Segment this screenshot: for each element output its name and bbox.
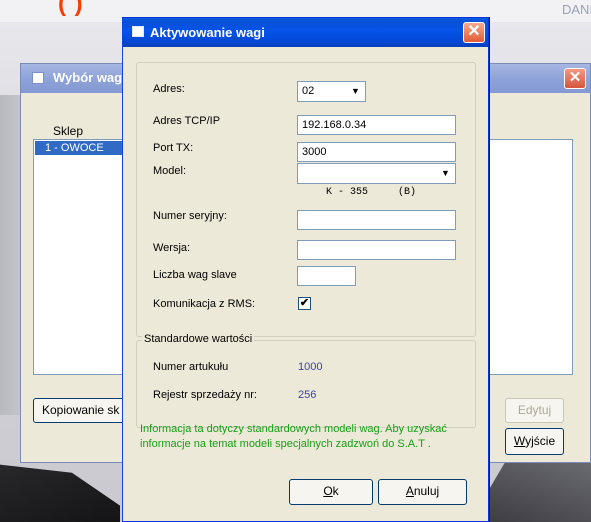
version-label: Wersja: — [153, 242, 191, 254]
serial-field[interactable] — [297, 210, 456, 230]
sales-register-value: 256 — [298, 389, 317, 401]
model-select[interactable]: K - 355 (B) ▼ — [297, 163, 456, 198]
activate-scale-dialog: Aktywowanie wagi ✕ Adres: 02 ▼ Adres TCP… — [122, 17, 489, 522]
slave-count-field[interactable] — [297, 266, 356, 286]
tcpip-label: Adres TCP/IP — [153, 115, 221, 127]
ok-button-label: k — [332, 484, 339, 498]
version-field[interactable] — [297, 240, 456, 260]
article-number-value: 1000 — [298, 361, 323, 373]
address-value: 02 — [302, 85, 315, 97]
chevron-down-icon[interactable]: ▼ — [347, 83, 364, 100]
scale-selection-title: Wybór wag — [53, 70, 123, 85]
ok-button[interactable]: Ok — [289, 479, 373, 505]
chevron-down-icon[interactable]: ▼ — [437, 165, 454, 182]
cancel-button[interactable]: Anuluj — [378, 479, 467, 505]
top-right-text: DANI — [562, 2, 591, 17]
exit-button-mnemonic: W — [513, 434, 526, 448]
scale-list[interactable] — [488, 139, 573, 375]
address-label: Adres: — [153, 83, 185, 95]
rms-checkbox[interactable]: ✔ — [298, 297, 311, 310]
porttx-field[interactable]: 3000 — [297, 142, 456, 162]
edit-button[interactable]: Edytuj — [505, 398, 564, 423]
model-label: Model: — [153, 165, 187, 177]
info-text: Informacja ta dotyczy standardowych mode… — [140, 423, 447, 450]
porttx-label: Port TX: — [153, 142, 194, 154]
cancel-button-label: nuluj — [413, 484, 440, 498]
exit-button-label: yjście — [525, 434, 556, 448]
top-red-text: ( ) — [58, 0, 84, 17]
sales-register-label: Rejestr sprzedaży nr: — [153, 389, 257, 401]
copy-button[interactable]: Kopiowanie sk — [33, 398, 127, 423]
list-item[interactable]: 1 - OWOCE — [35, 141, 127, 155]
sklep-list[interactable]: 1 - OWOCE — [33, 139, 127, 375]
serial-label: Numer seryjny: — [153, 210, 227, 222]
close-icon[interactable]: ✕ — [564, 68, 586, 89]
model-value: K - 355 (B) — [326, 187, 417, 198]
cancel-button-mnemonic: A — [405, 484, 414, 498]
dialog-title: Aktywowanie wagi — [150, 25, 265, 40]
address-select[interactable]: 02 ▼ — [297, 81, 366, 102]
standard-values-group: Standardowe wartości — [136, 333, 476, 428]
sklep-label: Sklep — [53, 124, 84, 138]
ok-button-mnemonic: O — [323, 484, 333, 498]
window-icon — [32, 72, 44, 84]
slave-count-label: Liczba wag slave — [153, 269, 237, 281]
dialog-titlebar[interactable]: Aktywowanie wagi ✕ — [123, 18, 488, 47]
exit-button[interactable]: Wyjście — [505, 428, 564, 455]
article-number-label: Numer artukułu — [153, 361, 229, 373]
window-icon — [132, 26, 144, 37]
close-icon[interactable]: ✕ — [463, 22, 485, 43]
standard-values-legend: Standardowe wartości — [142, 333, 255, 345]
rms-label: Komunikacja z RMS: — [153, 298, 256, 310]
tcpip-field[interactable]: 192.168.0.34 — [297, 115, 456, 135]
